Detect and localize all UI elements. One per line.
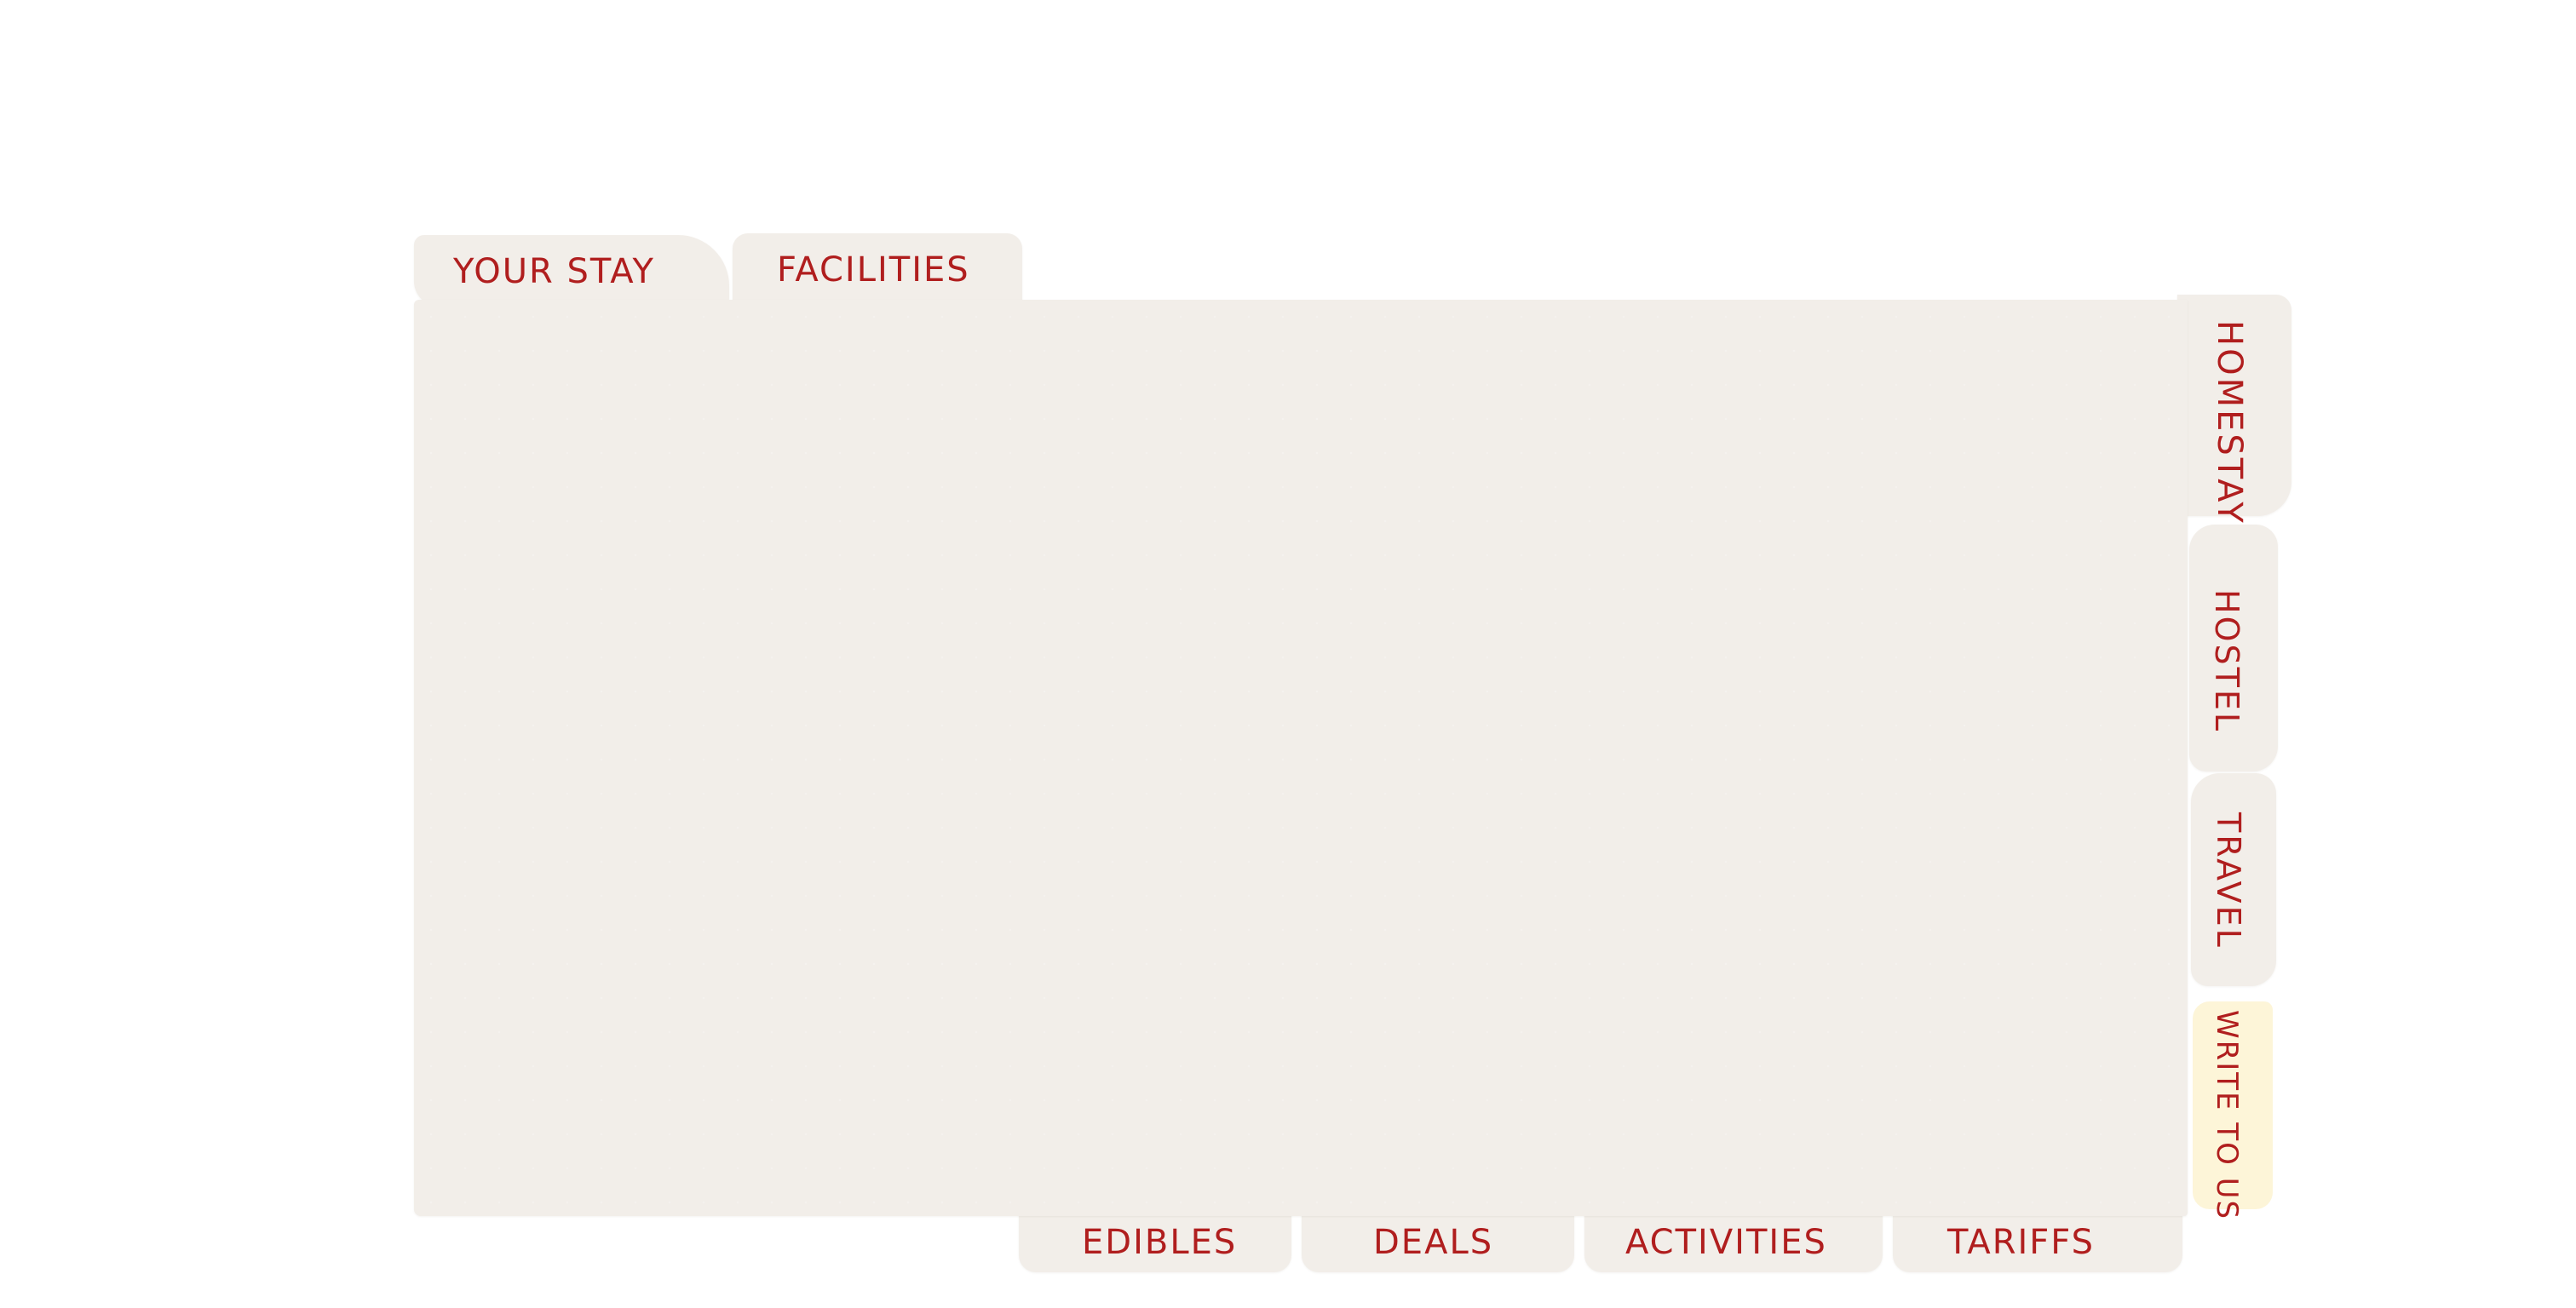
tab-homestay-label: HOMESTAY: [2210, 320, 2249, 525]
tab-travel-label: TRAVEL: [2210, 812, 2247, 949]
tab-edibles-label: EDIBLES: [1082, 1223, 1238, 1262]
tab-hostel[interactable]: HOSTEL: [2189, 525, 2278, 772]
tab-your-stay[interactable]: YOUR STAY: [414, 235, 729, 307]
tab-homestay[interactable]: HOMESTAY: [2177, 295, 2291, 525]
tab-your-stay-label: YOUR STAY: [453, 252, 655, 291]
tab-activities[interactable]: ACTIVITIES: [1584, 1209, 1883, 1272]
content-panel: [414, 300, 2188, 1216]
tab-deals[interactable]: DEALS: [1302, 1209, 1574, 1272]
tab-hostel-label: HOSTEL: [2208, 589, 2245, 733]
tab-travel[interactable]: TRAVEL: [2191, 773, 2276, 986]
tab-tariffs-label: TARIFFS: [1947, 1223, 2095, 1262]
tab-deals-label: DEALS: [1373, 1223, 1494, 1262]
tab-edibles[interactable]: EDIBLES: [1019, 1209, 1291, 1272]
tab-facilities-label: FACILITIES: [777, 250, 970, 290]
tab-write-to-us-label: WRITE TO US: [2210, 1010, 2244, 1221]
tab-tariffs[interactable]: TARIFFS: [1893, 1209, 2182, 1272]
tab-write-to-us[interactable]: WRITE TO US: [2193, 1001, 2273, 1220]
tab-activities-label: ACTIVITIES: [1625, 1223, 1827, 1262]
